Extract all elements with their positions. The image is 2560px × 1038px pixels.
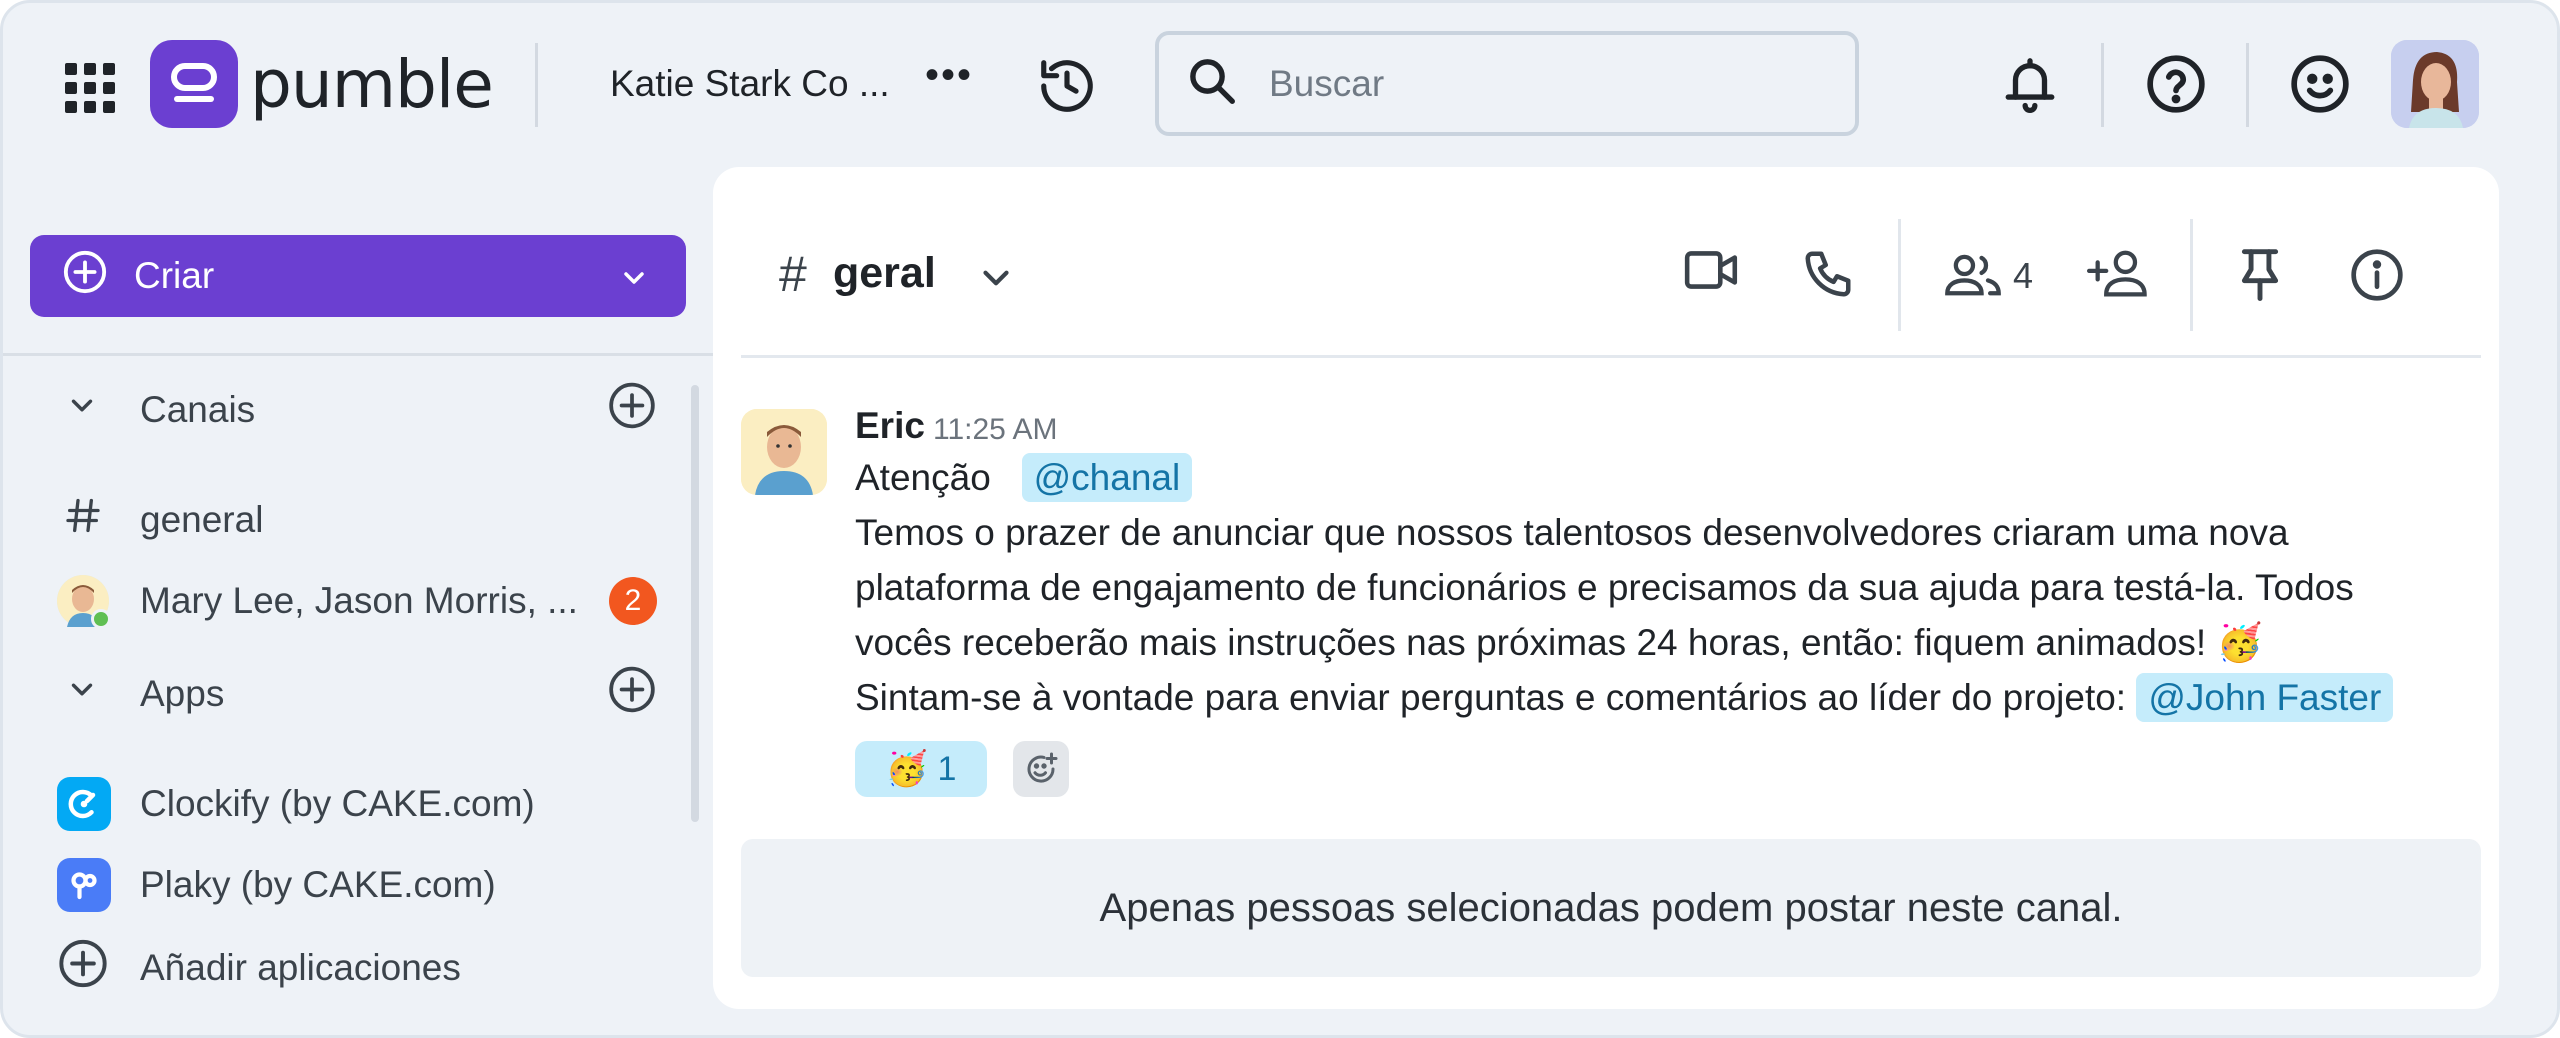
clockify-icon-wrap [57,777,111,831]
avatar [57,575,111,629]
members-icon[interactable] [1943,249,2003,304]
avatar[interactable] [741,409,827,495]
plaky-icon [57,858,111,912]
message-line: vocês receberão mais instruções nas próx… [855,622,2263,663]
section-label-channels: Canais [140,389,256,430]
create-button[interactable]: Criar [30,235,686,317]
online-status-dot [91,609,111,629]
sidebar-divider [3,353,713,356]
search-box[interactable] [1155,31,1859,136]
chevron-down-icon [618,261,650,303]
workspace-name[interactable]: Katie Stark Co ... [610,63,890,105]
message-line: plataforma de engajamento de funcionário… [855,567,2354,608]
mention-chip[interactable]: @chanal [1021,453,1193,502]
section-header-apps[interactable]: Apps [3,659,683,729]
sidebar-item-label: Plaky (by CAKE.com) [140,864,496,905]
message-line: Temos o prazer de anunciar que nossos ta… [855,512,2289,553]
unread-badge: 2 [609,577,657,625]
chevron-down-icon[interactable] [65,389,99,432]
message-time: 11:25 AM [933,413,1058,446]
sidebar-scrollbar[interactable] [691,385,699,822]
reaction-emoji: 🥳 [885,750,928,788]
unread-badge-wrap: 2 [609,577,657,625]
brand-name: pumble [250,45,494,123]
divider [1898,219,1901,331]
pin-icon[interactable] [2235,245,2285,308]
add-channel-icon[interactable] [607,381,657,440]
phone-icon[interactable] [1801,247,1855,306]
user-avatar[interactable] [2391,40,2479,128]
reaction-chip[interactable]: 🥳 1 [855,741,987,797]
history-icon[interactable] [1036,55,1098,122]
top-bar: pumble Katie Stark Co ... ••• [3,3,2557,163]
member-count[interactable]: 4 [2013,255,2033,297]
divider [2190,219,2193,331]
channel-panel: # geral 4 Eric 11:25 AM Atenção @chanal … [713,167,2499,1009]
add-reaction-button[interactable] [1013,741,1069,797]
dm-avatar-wrap [57,575,111,629]
sidebar-item-label: Mary Lee, Jason Morris, ... [140,580,578,621]
read-only-notice: Apenas pessoas selecionadas podem postar… [741,839,2481,977]
divider [2246,43,2249,127]
sidebar-item-plaky[interactable]: Plaky (by CAKE.com) [3,850,683,920]
plaky-icon-wrap [57,858,111,912]
app-window: pumble Katie Stark Co ... ••• Buscar Cri… [0,0,2560,1038]
message-text: Atenção [855,457,991,498]
channel-header: # geral 4 [713,167,2499,357]
message-author[interactable]: Eric [855,405,925,447]
plus-circle-icon [57,938,109,999]
plus-circle-icon [62,249,108,304]
chevron-down-icon[interactable] [65,673,99,716]
hash-icon: # [779,246,807,302]
search-icon [1185,54,1239,113]
reaction-count: 1 [937,749,957,788]
chevron-down-icon[interactable] [975,257,1017,304]
sidebar-item-dm-group[interactable]: Mary Lee, Jason Morris, ... 2 [3,566,683,636]
info-icon[interactable] [2349,247,2405,308]
message-line: Sintam-se à vontade para enviar pergunta… [855,673,2394,722]
message-text: Sintam-se à vontade para enviar pergunta… [855,677,2127,718]
sidebar-item-general[interactable]: general [3,485,683,555]
help-icon[interactable] [2145,53,2207,120]
section-label-apps: Apps [140,673,225,714]
divider [2101,43,2104,127]
clockify-icon [57,777,111,831]
add-reaction-icon [1027,752,1058,783]
search-input[interactable] [1269,62,1829,105]
video-call-icon[interactable] [1683,247,1741,298]
divider [535,43,538,127]
sidebar-item-add-apps[interactable]: Añadir aplicaciones [3,933,683,1003]
pumble-logo[interactable]: pumble [150,40,494,128]
sidebar-item-label: Añadir aplicaciones [140,947,461,988]
pumble-logo-icon [150,40,238,128]
create-label: Criar [134,255,215,296]
sidebar-item-clockify[interactable]: Clockify (by CAKE.com) [3,769,683,839]
header-divider [741,355,2481,358]
apps-grid-icon[interactable] [65,63,115,113]
hash-icon [63,496,103,545]
add-app-icon[interactable] [607,665,657,724]
add-member-icon[interactable] [2087,247,2151,304]
mention-chip[interactable]: @John Faster [2136,673,2394,722]
message-line: Atenção @chanal [855,453,1193,502]
section-header-channels[interactable]: Canais [3,375,683,445]
emoji-status-icon[interactable] [2289,53,2351,120]
workspace-more-icon[interactable]: ••• [925,53,973,98]
sidebar-item-label: general [140,499,264,540]
sidebar-item-label: Clockify (by CAKE.com) [140,783,535,824]
channel-name[interactable]: geral [833,249,936,298]
bell-icon[interactable] [2001,53,2059,122]
